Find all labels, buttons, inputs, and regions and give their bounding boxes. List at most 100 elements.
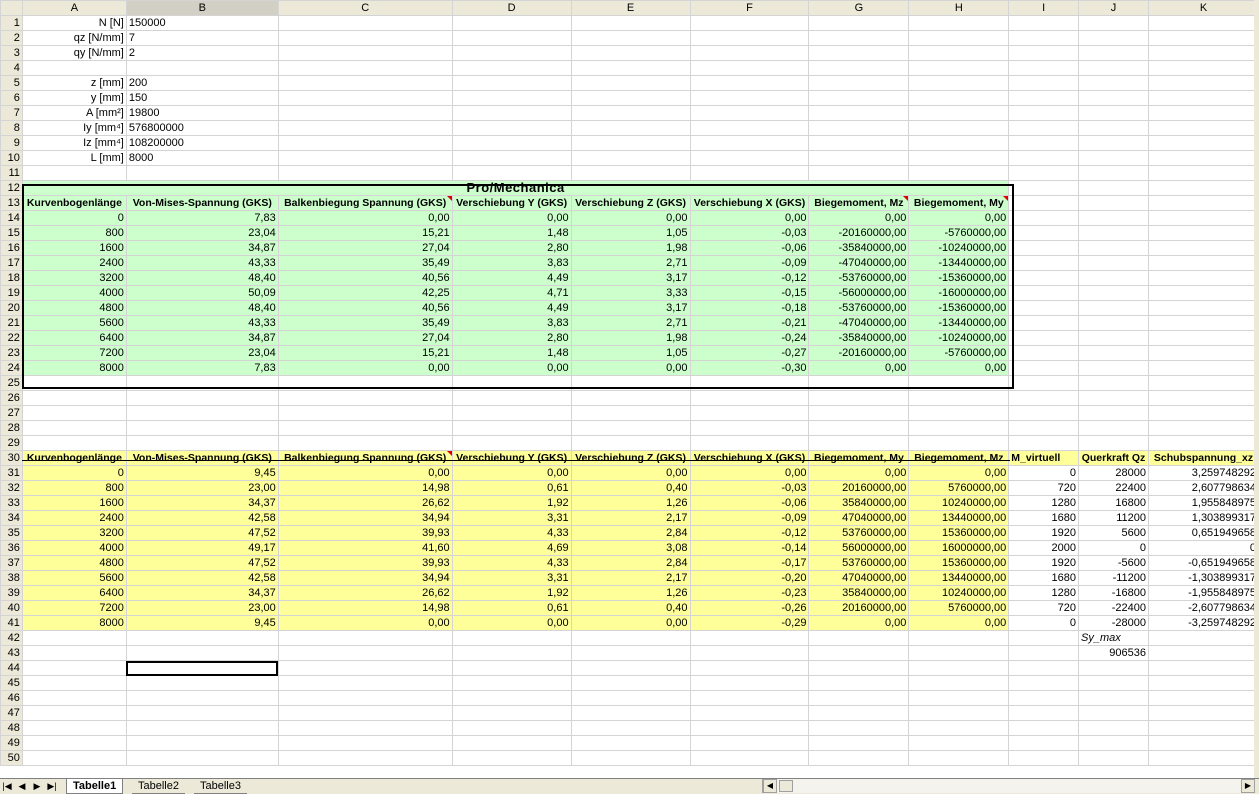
cell-j35[interactable]: 5600 bbox=[1078, 525, 1149, 541]
green-header-c[interactable]: Balkenbiegung Spannung (GKS) bbox=[277, 195, 453, 211]
cell-c40[interactable]: 14,98 bbox=[277, 600, 453, 616]
select-all-corner[interactable] bbox=[0, 0, 23, 16]
last-sheet-button[interactable]: ▶| bbox=[47, 781, 57, 792]
cell-g19[interactable]: -56000000,00 bbox=[808, 285, 910, 301]
cell-c24[interactable]: 0,00 bbox=[277, 360, 453, 376]
cell-e22[interactable]: 1,98 bbox=[570, 330, 691, 346]
cell-i31[interactable]: 0 bbox=[1008, 465, 1080, 481]
cell-a35[interactable]: 3200 bbox=[21, 525, 127, 541]
row-header-39[interactable]: 39 bbox=[0, 585, 23, 601]
cell-c35[interactable]: 39,93 bbox=[277, 525, 453, 541]
cell-c11[interactable] bbox=[277, 165, 453, 181]
row-header-23[interactable]: 23 bbox=[0, 345, 23, 361]
cell-d5[interactable] bbox=[451, 75, 572, 91]
cell-h25[interactable] bbox=[908, 375, 1010, 391]
row-header-41[interactable]: 41 bbox=[0, 615, 23, 631]
cell-h49[interactable] bbox=[908, 735, 1010, 751]
cell-b2[interactable]: 7 bbox=[125, 30, 279, 46]
cell-i23[interactable] bbox=[1008, 345, 1080, 361]
cell-c22[interactable]: 27,04 bbox=[277, 330, 453, 346]
cell-j3[interactable] bbox=[1078, 45, 1149, 61]
cell-g36[interactable]: 56000000,00 bbox=[808, 540, 910, 556]
extra-header-j[interactable]: Querkraft Qz bbox=[1078, 450, 1149, 466]
cell-d29[interactable] bbox=[451, 435, 572, 451]
cell-d47[interactable] bbox=[451, 705, 572, 721]
cell-j6[interactable] bbox=[1078, 90, 1149, 106]
row-header-36[interactable]: 36 bbox=[0, 540, 23, 556]
cell-k27[interactable] bbox=[1148, 405, 1259, 421]
cell-i36[interactable]: 2000 bbox=[1008, 540, 1080, 556]
cell-i5[interactable] bbox=[1008, 75, 1080, 91]
cell-e11[interactable] bbox=[570, 165, 691, 181]
cell-k2[interactable] bbox=[1148, 30, 1259, 46]
cell-c5[interactable] bbox=[277, 75, 453, 91]
cell-i39[interactable]: 1280 bbox=[1008, 585, 1080, 601]
cell-j36[interactable]: 0 bbox=[1078, 540, 1149, 556]
cell-a40[interactable]: 7200 bbox=[21, 600, 127, 616]
cell-g20[interactable]: -53760000,00 bbox=[808, 300, 910, 316]
cell-i43[interactable] bbox=[1008, 645, 1080, 661]
cell-a18[interactable]: 3200 bbox=[21, 270, 127, 286]
cell-b11[interactable] bbox=[125, 165, 279, 181]
cell-i6[interactable] bbox=[1008, 90, 1080, 106]
cell-f38[interactable]: -0,20 bbox=[689, 570, 810, 586]
cell-g48[interactable] bbox=[808, 720, 910, 736]
cell-d4[interactable] bbox=[451, 60, 572, 76]
cell-k50[interactable] bbox=[1148, 750, 1259, 766]
cell-h5[interactable] bbox=[908, 75, 1010, 91]
cell-c39[interactable]: 26,62 bbox=[277, 585, 453, 601]
cell-h47[interactable] bbox=[908, 705, 1010, 721]
cell-i18[interactable] bbox=[1008, 270, 1080, 286]
cell-c46[interactable] bbox=[277, 690, 453, 706]
cell-b9[interactable]: 108200000 bbox=[125, 135, 279, 151]
cell-e5[interactable] bbox=[570, 75, 691, 91]
cell-a3[interactable]: qy [N/mm] bbox=[21, 45, 127, 61]
cell-b1[interactable]: 150000 bbox=[125, 15, 279, 31]
cell-f26[interactable] bbox=[689, 390, 810, 406]
cell-i42[interactable] bbox=[1008, 630, 1080, 646]
cell-a16[interactable]: 1600 bbox=[21, 240, 127, 256]
cell-b49[interactable] bbox=[125, 735, 279, 751]
cell-e6[interactable] bbox=[570, 90, 691, 106]
cell-h8[interactable] bbox=[908, 120, 1010, 136]
cell-f36[interactable]: -0,14 bbox=[689, 540, 810, 556]
cell-d28[interactable] bbox=[451, 420, 572, 436]
cell-k46[interactable] bbox=[1148, 690, 1259, 706]
cell-c50[interactable] bbox=[277, 750, 453, 766]
cell-a8[interactable]: Iy [mm⁴] bbox=[21, 120, 127, 136]
column-header-i[interactable]: I bbox=[1008, 0, 1080, 16]
cell-k22[interactable] bbox=[1148, 330, 1259, 346]
column-header-j[interactable]: J bbox=[1078, 0, 1149, 16]
cell-d14[interactable]: 0,00 bbox=[451, 210, 572, 226]
row-header-16[interactable]: 16 bbox=[0, 240, 23, 256]
cell-d38[interactable]: 3,31 bbox=[451, 570, 572, 586]
row-header-30[interactable]: 30 bbox=[0, 450, 23, 466]
cell-d26[interactable] bbox=[451, 390, 572, 406]
cell-h17[interactable]: -13440000,00 bbox=[908, 255, 1010, 271]
cell-g42[interactable] bbox=[808, 630, 910, 646]
cell-c23[interactable]: 15,21 bbox=[277, 345, 453, 361]
cell-h22[interactable]: -10240000,00 bbox=[908, 330, 1010, 346]
cell-j28[interactable] bbox=[1078, 420, 1149, 436]
cell-d9[interactable] bbox=[451, 135, 572, 151]
cell-h41[interactable]: 0,00 bbox=[908, 615, 1010, 631]
cell-c25[interactable] bbox=[277, 375, 453, 391]
cell-e10[interactable] bbox=[570, 150, 691, 166]
sy-max-value[interactable]: 906536 bbox=[1078, 645, 1149, 661]
cell-j16[interactable] bbox=[1078, 240, 1149, 256]
cell-k28[interactable] bbox=[1148, 420, 1259, 436]
horizontal-scrollbar[interactable]: ◀ ▶ bbox=[762, 779, 1255, 793]
cell-a23[interactable]: 7200 bbox=[21, 345, 127, 361]
cell-a9[interactable]: Iz [mm⁴] bbox=[21, 135, 127, 151]
row-header-25[interactable]: 25 bbox=[0, 375, 23, 391]
cell-j15[interactable] bbox=[1078, 225, 1149, 241]
cell-d36[interactable]: 4,69 bbox=[451, 540, 572, 556]
cell-h24[interactable]: 0,00 bbox=[908, 360, 1010, 376]
cell-b34[interactable]: 42,58 bbox=[125, 510, 279, 526]
cell-k42[interactable] bbox=[1148, 630, 1259, 646]
cell-h3[interactable] bbox=[908, 45, 1010, 61]
cell-b29[interactable] bbox=[125, 435, 279, 451]
cell-f43[interactable] bbox=[689, 645, 810, 661]
cell-c48[interactable] bbox=[277, 720, 453, 736]
cell-d7[interactable] bbox=[451, 105, 572, 121]
